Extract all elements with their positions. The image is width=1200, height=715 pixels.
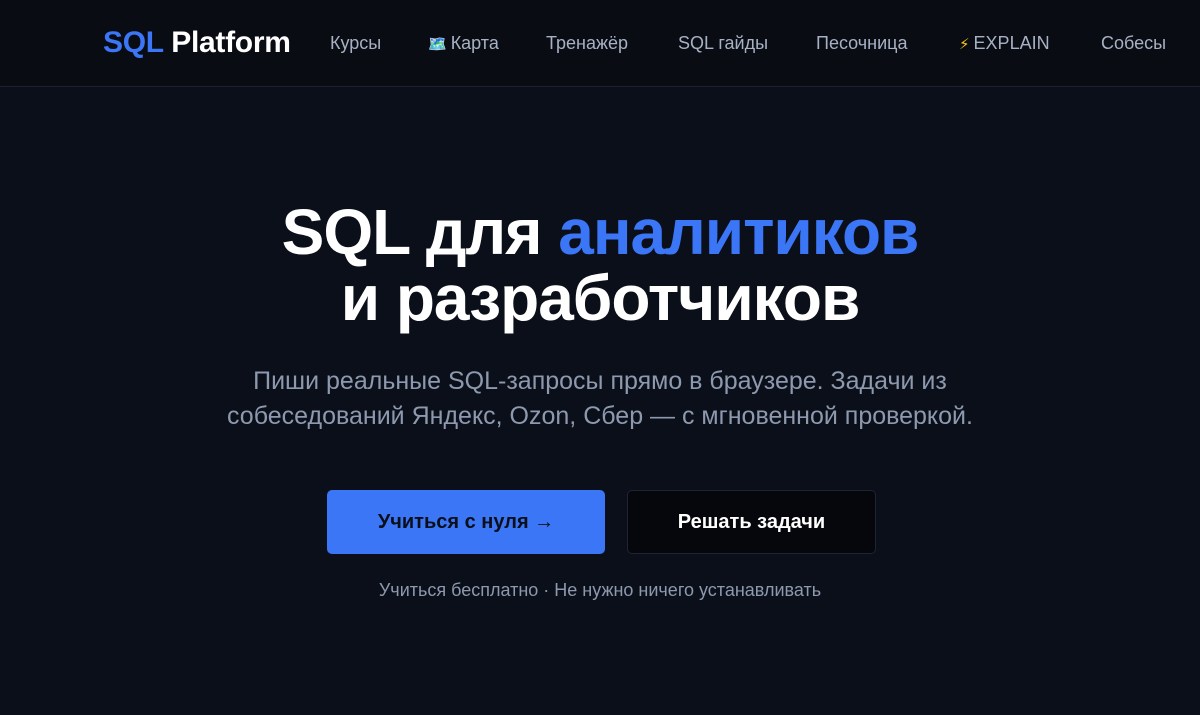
- brand-rest-text: Platform: [171, 26, 291, 59]
- top-navbar: SQL Platform Курсы 🗺️ Карта Тренажёр SQL …: [0, 0, 1200, 87]
- nav-item-explain-label: EXPLAIN: [973, 33, 1050, 53]
- nav-item-map[interactable]: 🗺️ Карта: [428, 31, 499, 57]
- learn-from-scratch-button[interactable]: Учиться с нуля →: [327, 490, 605, 554]
- nav-item-interviews[interactable]: Собесы: [1101, 31, 1166, 55]
- nav-item-sandbox[interactable]: Песочница: [816, 31, 907, 55]
- hero-title-line-1: SQL для аналитиков: [0, 200, 1200, 264]
- nav-item-explain[interactable]: ⚡ EXPLAIN: [959, 31, 1050, 57]
- brand-accent-text: SQL: [103, 26, 164, 59]
- solve-tasks-button[interactable]: Решать задачи: [627, 490, 876, 554]
- hero-title-part-1: SQL для: [281, 196, 559, 268]
- hero-title-line-2: и разработчиков: [340, 262, 861, 334]
- map-icon: 🗺️: [428, 36, 447, 53]
- brand-logo[interactable]: SQL Platform: [103, 24, 291, 62]
- hero-subtitle-line-2: собеседований Яндекс, Ozon, Сбер — с мгн…: [227, 402, 973, 430]
- nav-item-map-label: Карта: [450, 33, 499, 53]
- hero-title-accent: аналитиков: [558, 196, 919, 268]
- hero-subtitle-line-1: Пиши реальные SQL-запросы прямо в браузе…: [253, 367, 947, 395]
- nav-item-courses[interactable]: Курсы: [330, 31, 381, 55]
- hero-note: Учиться бесплатно · Не нужно ничего уста…: [378, 580, 822, 600]
- nav-item-sql-guides[interactable]: SQL гайды: [678, 31, 768, 55]
- lightning-icon: ⚡: [959, 36, 970, 53]
- nav-item-trainer[interactable]: Тренажёр: [546, 31, 628, 55]
